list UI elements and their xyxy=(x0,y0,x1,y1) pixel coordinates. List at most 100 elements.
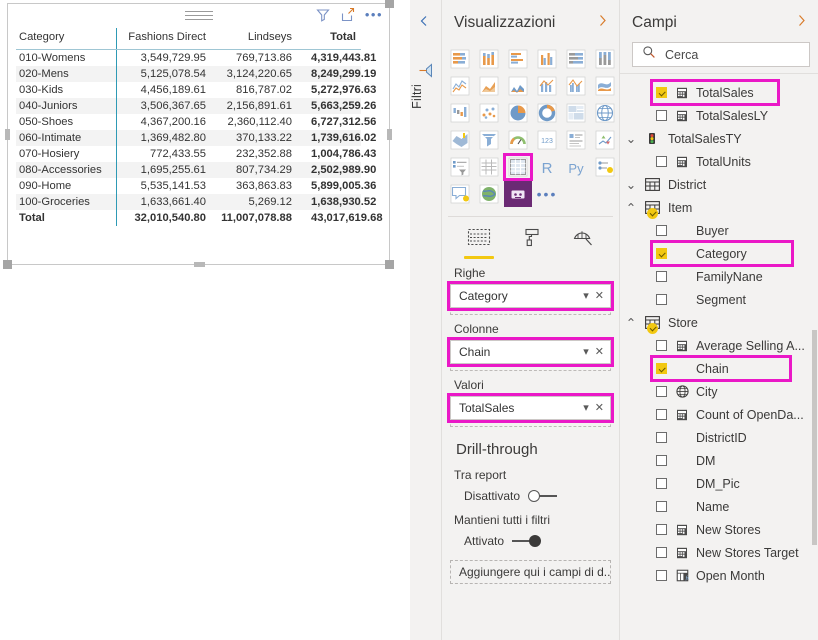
resize-handle-bottom[interactable] xyxy=(193,262,205,267)
treemap-icon[interactable] xyxy=(562,100,590,126)
gauge-chart-icon[interactable] xyxy=(504,127,532,153)
field-checkbox[interactable] xyxy=(656,87,667,98)
field-checkbox[interactable] xyxy=(656,409,667,420)
filters-pane-label[interactable]: Filtri xyxy=(410,84,441,109)
line-chart-icon[interactable] xyxy=(446,73,474,99)
field-checkbox[interactable] xyxy=(656,501,667,512)
expander-icon[interactable]: ⌃ xyxy=(620,200,642,215)
field-item-open-month[interactable]: fx Open Month xyxy=(620,564,818,587)
matrix-icon[interactable] xyxy=(503,153,533,181)
field-well-tabs[interactable] xyxy=(442,217,619,259)
field-item-name[interactable]: Name xyxy=(620,495,818,518)
field-checkbox[interactable] xyxy=(656,110,667,121)
chevron-left-icon[interactable] xyxy=(418,14,430,32)
funnel-chart-icon[interactable] xyxy=(475,127,503,153)
chevron-down-icon[interactable]: ▾ xyxy=(583,346,589,358)
field-item-totalsalesly[interactable]: TotalSalesLY xyxy=(620,104,818,127)
clustered-bar-chart-icon[interactable] xyxy=(504,46,532,72)
scatter-chart-icon[interactable] xyxy=(475,100,503,126)
stacked-bar-chart-icon[interactable] xyxy=(446,46,474,72)
field-group-item[interactable]: ⌃ Item xyxy=(620,196,818,219)
expander-icon[interactable]: ⌄ xyxy=(620,177,642,192)
field-checkbox[interactable] xyxy=(656,156,667,167)
slicer-icon[interactable] xyxy=(446,154,474,180)
field-checkbox[interactable] xyxy=(656,386,667,397)
field-item-dm[interactable]: DM xyxy=(620,449,818,472)
field-item-average-selling-a[interactable]: Average Selling A... xyxy=(620,334,818,357)
filled-map-icon[interactable] xyxy=(446,127,474,153)
resize-handle-bottom-right[interactable] xyxy=(385,260,394,269)
remove-field-icon[interactable]: ✕ xyxy=(595,346,604,358)
key-influencers-icon[interactable] xyxy=(591,154,619,180)
column-header-category[interactable]: Category xyxy=(16,28,117,50)
columns-dropzone[interactable] xyxy=(450,364,611,371)
resize-handle-bottom-left[interactable] xyxy=(3,260,12,269)
python-visual-icon[interactable]: Py xyxy=(562,154,590,180)
cross-report-toggle-row[interactable]: Disattivato xyxy=(442,482,619,503)
table-row[interactable]: 090-Home 5,535,141.53 363,863.83 5,899,005.… xyxy=(16,178,376,194)
arcgis-maps-icon[interactable] xyxy=(475,181,503,207)
column-header-lindseys[interactable]: Lindseys xyxy=(211,28,297,50)
table-row[interactable]: 080-Accessories 1,695,255.61 807,734.29 2,5… xyxy=(16,162,376,178)
line-and-stacked-column-chart-icon[interactable] xyxy=(533,73,561,99)
field-group-district[interactable]: ⌄ District xyxy=(620,173,818,196)
expander-icon[interactable]: ⌄ xyxy=(620,131,642,146)
search-input[interactable]: Cerca xyxy=(632,42,810,67)
resize-handle-top-right[interactable] xyxy=(385,0,394,8)
filter-icon[interactable] xyxy=(315,7,331,23)
map-icon[interactable] xyxy=(591,100,619,126)
waterfall-chart-icon[interactable] xyxy=(446,100,474,126)
field-item-totalunits[interactable]: TotalUnits xyxy=(620,150,818,173)
line-and-clustered-column-chart-icon[interactable] xyxy=(562,73,590,99)
focus-mode-icon[interactable] xyxy=(340,7,356,23)
field-item-buyer[interactable]: Buyer xyxy=(620,219,818,242)
field-checkbox[interactable] xyxy=(656,363,667,374)
card-icon[interactable]: 123 xyxy=(533,127,561,153)
donut-chart-icon[interactable] xyxy=(533,100,561,126)
drag-grip-icon[interactable] xyxy=(184,11,213,20)
filter-icon[interactable] xyxy=(417,62,434,84)
table-row[interactable]: 010-Womens 3,549,729.95 769,713.86 4,319,44… xyxy=(16,49,376,66)
100-percent-stacked-bar-chart-icon[interactable] xyxy=(562,46,590,72)
field-checkbox[interactable] xyxy=(656,294,667,305)
field-checkbox[interactable] xyxy=(656,547,667,558)
table-row[interactable]: 100-Groceries 1,633,661.40 5,269.12 1,638,9… xyxy=(16,194,376,210)
field-item-familynane[interactable]: FamilyNane xyxy=(620,265,818,288)
more-visuals-icon[interactable]: ••• xyxy=(533,181,561,207)
field-group-totalsalesty[interactable]: ⌄ TotalSalesTY xyxy=(620,127,818,150)
ribbon-chart-icon[interactable] xyxy=(591,73,619,99)
stacked-column-chart-icon[interactable] xyxy=(475,46,503,72)
field-checkbox[interactable] xyxy=(656,570,667,581)
field-item-districtid[interactable]: DistrictID xyxy=(620,426,818,449)
fields-tree[interactable]: TotalSales TotalSalesLY ⌄ TotalSalesTY Total… xyxy=(620,79,818,587)
report-canvas[interactable]: ••• Category Fashions Direct Lindseys To… xyxy=(0,0,410,640)
well-values-field-totalsales[interactable]: TotalSales ▾ ✕ xyxy=(447,393,614,423)
table-row[interactable]: 020-Mens 5,125,078.54 3,124,220.65 8,249,29… xyxy=(16,66,376,82)
resize-handle-left[interactable] xyxy=(5,129,10,140)
field-checkbox[interactable] xyxy=(656,340,667,351)
clustered-column-chart-icon[interactable] xyxy=(533,46,561,72)
qa-visual-icon[interactable] xyxy=(446,181,474,207)
multi-row-card-icon[interactable] xyxy=(562,127,590,153)
field-item-category[interactable]: Category xyxy=(620,240,818,267)
field-checkbox[interactable] xyxy=(656,455,667,466)
filters-rail[interactable]: Filtri xyxy=(410,0,442,640)
well-rows-field-category[interactable]: Category ▾ ✕ xyxy=(447,281,614,311)
chevron-down-icon[interactable]: ▾ xyxy=(583,290,589,302)
chevron-right-icon[interactable] xyxy=(795,14,808,32)
resize-handle-right[interactable] xyxy=(387,129,392,140)
table-grand-total-row[interactable]: Total 32,010,540.80 11,007,078.88 43,017,61… xyxy=(16,210,383,226)
drillthrough-dropzone[interactable]: Aggiungere qui i campi di d... xyxy=(450,560,611,584)
table-row[interactable]: 030-Kids 4,456,189.61 816,787.02 5,272,976.… xyxy=(16,82,376,98)
keep-filters-toggle[interactable] xyxy=(512,535,542,547)
pie-chart-icon[interactable] xyxy=(504,100,532,126)
100-percent-stacked-column-chart-icon[interactable] xyxy=(591,46,619,72)
table-icon[interactable] xyxy=(475,154,503,180)
field-item-new-stores-target[interactable]: New Stores Target xyxy=(620,541,818,564)
table-row[interactable]: 070-Hosiery 772,433.55 232,352.88 1,004,786… xyxy=(16,146,376,162)
table-row[interactable]: 050-Shoes 4,367,200.16 2,360,112.40 6,727,3… xyxy=(16,114,376,130)
field-item-count-of-openda[interactable]: Count of OpenDa... xyxy=(620,403,818,426)
field-item-segment[interactable]: Segment xyxy=(620,288,818,311)
field-checkbox[interactable] xyxy=(656,478,667,489)
field-checkbox[interactable] xyxy=(656,248,667,259)
